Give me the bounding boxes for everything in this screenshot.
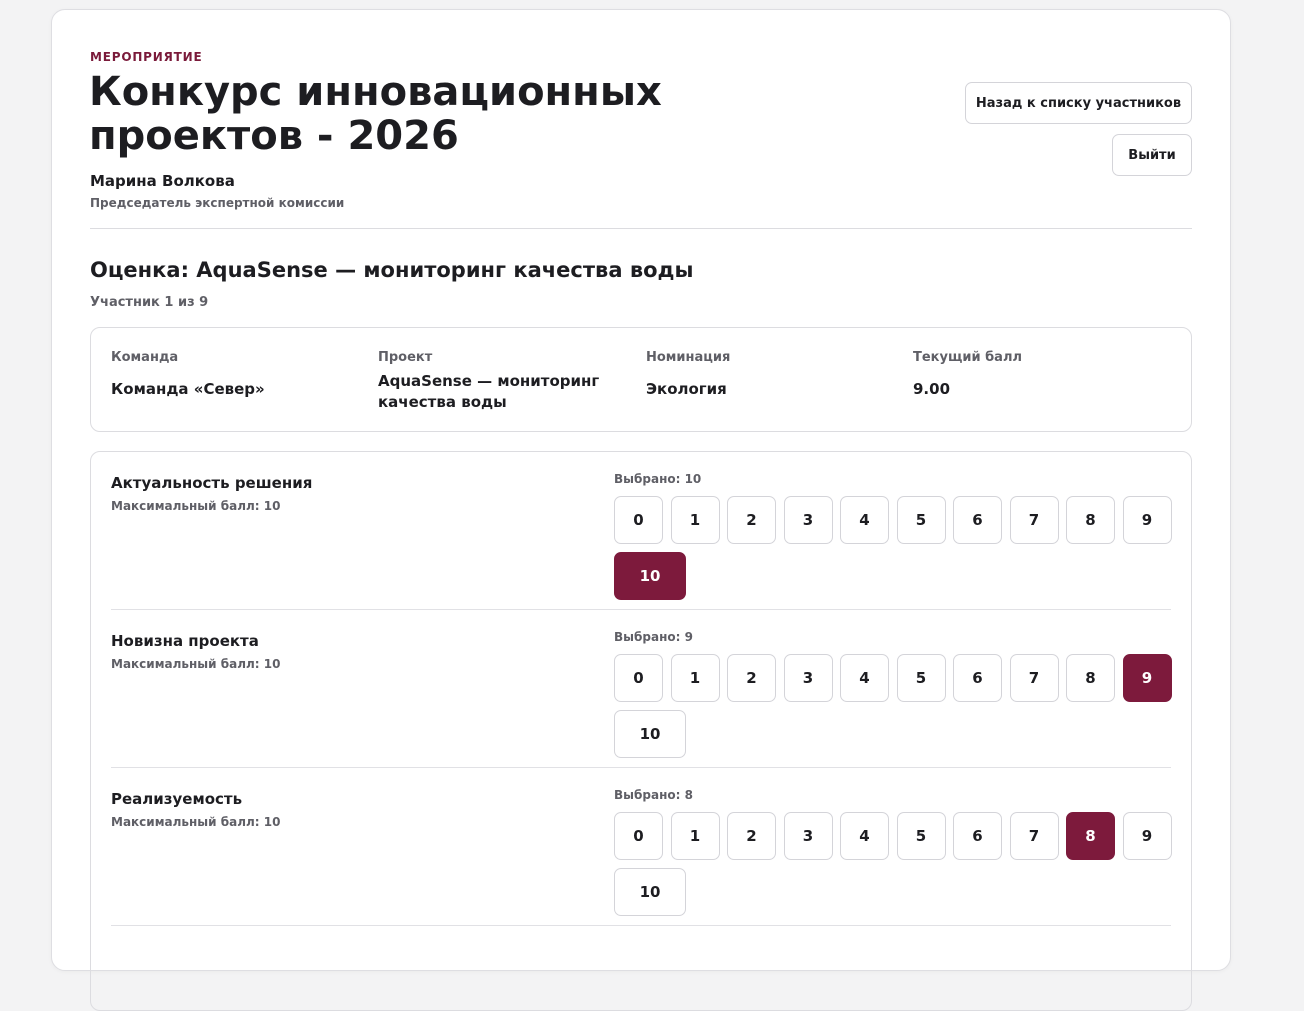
back-to-participants-button[interactable]: Назад к списку участников bbox=[965, 82, 1192, 124]
score-button-10[interactable]: 10 bbox=[614, 710, 686, 758]
score-button-4[interactable]: 4 bbox=[840, 496, 889, 544]
header-divider bbox=[90, 228, 1192, 229]
page-title: Конкурс инновационных проектов - 2026 bbox=[89, 69, 662, 159]
score-button-9[interactable]: 9 bbox=[1122, 496, 1172, 544]
score-button-3[interactable]: 3 bbox=[783, 654, 833, 702]
criterion-max-score: Максимальный балл: 10 bbox=[111, 815, 281, 829]
criterion-novelty: Новизна проекта Максимальный балл: 10 Вы… bbox=[111, 610, 1172, 768]
user-name: Марина Волкова bbox=[90, 172, 235, 190]
user-role: Председатель экспертной комиссии bbox=[90, 196, 345, 210]
criterion-selected-label: Выбрано: 10 bbox=[614, 472, 702, 486]
info-label: Номинация bbox=[646, 350, 731, 365]
criterion-feasibility: Реализуемость Максимальный балл: 10 Выбр… bbox=[111, 768, 1172, 926]
score-button-10[interactable]: 10 bbox=[614, 868, 686, 916]
criterion-name: Новизна проекта bbox=[111, 632, 259, 650]
score-button-0[interactable]: 0 bbox=[614, 812, 663, 860]
score-button-9[interactable]: 9 bbox=[1122, 812, 1172, 860]
score-button-7[interactable]: 7 bbox=[1009, 654, 1059, 702]
info-label: Команда bbox=[111, 350, 179, 365]
score-button-9[interactable]: 9 bbox=[1122, 654, 1172, 702]
criterion-selected-label: Выбрано: 8 bbox=[614, 788, 693, 802]
criterion-max-score: Максимальный балл: 10 bbox=[111, 499, 281, 513]
score-button-10[interactable]: 10 bbox=[614, 552, 686, 600]
score-button-1[interactable]: 1 bbox=[670, 812, 720, 860]
criterion-relevance: Актуальность решения Максимальный балл: … bbox=[111, 452, 1172, 610]
criterion-name: Актуальность решения bbox=[111, 474, 313, 492]
criterion-selected-label: Выбрано: 9 bbox=[614, 630, 693, 644]
score-button-4[interactable]: 4 bbox=[840, 654, 889, 702]
logout-button[interactable]: Выйти bbox=[1112, 134, 1192, 176]
info-team: Команда Команда «Север» bbox=[111, 350, 341, 400]
score-button-1[interactable]: 1 bbox=[670, 654, 720, 702]
info-label: Текущий балл bbox=[913, 350, 1022, 365]
score-button-7[interactable]: 7 bbox=[1009, 496, 1059, 544]
score-button-5[interactable]: 5 bbox=[896, 496, 946, 544]
score-button-2[interactable]: 2 bbox=[727, 496, 776, 544]
score-button-7[interactable]: 7 bbox=[1009, 812, 1059, 860]
score-button-6[interactable]: 6 bbox=[953, 812, 1002, 860]
score-button-8[interactable]: 8 bbox=[1066, 496, 1115, 544]
info-label: Проект bbox=[378, 350, 433, 365]
current-score-value: 9.00 bbox=[913, 380, 951, 398]
score-button-3[interactable]: 3 bbox=[783, 496, 833, 544]
nomination-value: Экология bbox=[646, 380, 727, 398]
criteria-panel: Актуальность решения Максимальный балл: … bbox=[90, 451, 1192, 1011]
info-project: Проект AquaSense — мониторинг качества в… bbox=[378, 350, 608, 413]
info-current-score: Текущий балл 9.00 bbox=[913, 350, 1143, 400]
score-button-5[interactable]: 5 bbox=[896, 812, 946, 860]
criterion-divider bbox=[111, 925, 1171, 926]
score-button-0[interactable]: 0 bbox=[614, 654, 663, 702]
score-button-0[interactable]: 0 bbox=[614, 496, 663, 544]
evaluation-title: Оценка: AquaSense — мониторинг качества … bbox=[90, 258, 694, 282]
team-value: Команда «Север» bbox=[111, 380, 265, 398]
score-button-2[interactable]: 2 bbox=[727, 812, 776, 860]
info-nomination: Номинация Экология bbox=[646, 350, 876, 400]
score-button-8[interactable]: 8 bbox=[1066, 812, 1115, 860]
participant-info-panel: Команда Команда «Север» Проект AquaSense… bbox=[90, 327, 1192, 432]
main-card: МЕРОПРИЯТИЕ Конкурс инновационных проект… bbox=[51, 9, 1231, 1011]
criterion-name: Реализуемость bbox=[111, 790, 243, 808]
criterion-max-score: Максимальный балл: 10 bbox=[111, 657, 281, 671]
score-button-5[interactable]: 5 bbox=[896, 654, 946, 702]
score-button-6[interactable]: 6 bbox=[953, 496, 1002, 544]
score-button-8[interactable]: 8 bbox=[1066, 654, 1115, 702]
score-button-4[interactable]: 4 bbox=[840, 812, 889, 860]
project-value: AquaSense — мониторинг качества воды bbox=[378, 372, 600, 411]
event-eyebrow: МЕРОПРИЯТИЕ bbox=[90, 50, 203, 64]
score-button-1[interactable]: 1 bbox=[670, 496, 720, 544]
score-button-6[interactable]: 6 bbox=[953, 654, 1002, 702]
participant-progress: Участник 1 из 9 bbox=[90, 295, 209, 310]
score-button-3[interactable]: 3 bbox=[783, 812, 833, 860]
score-button-2[interactable]: 2 bbox=[727, 654, 776, 702]
